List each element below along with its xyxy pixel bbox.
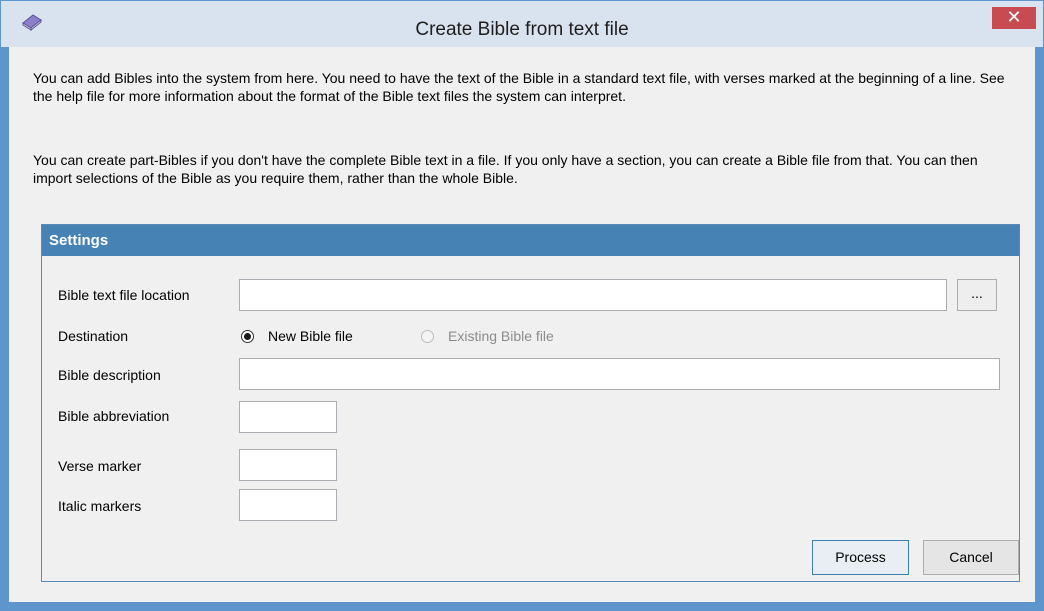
existing-bible-radio[interactable] bbox=[421, 330, 434, 343]
destination-label: Destination bbox=[58, 328, 129, 344]
new-bible-radio-label[interactable]: New Bible file bbox=[268, 328, 353, 344]
abbreviation-input[interactable] bbox=[239, 401, 337, 433]
abbreviation-label: Bible abbreviation bbox=[58, 408, 170, 424]
description-input[interactable] bbox=[239, 358, 1000, 390]
title-bar[interactable]: Create Bible from text file ✕ bbox=[1, 1, 1043, 47]
close-button[interactable]: ✕ bbox=[992, 7, 1036, 29]
process-button[interactable]: Process bbox=[812, 540, 909, 575]
verse-marker-label: Verse marker bbox=[58, 458, 142, 474]
file-location-label: Bible text file location bbox=[58, 287, 190, 303]
new-bible-radio[interactable] bbox=[241, 330, 254, 343]
cancel-button[interactable]: Cancel bbox=[923, 540, 1019, 575]
window-title: Create Bible from text file bbox=[415, 19, 629, 40]
italic-markers-label: Italic markers bbox=[58, 498, 142, 514]
close-icon: ✕ bbox=[1006, 7, 1022, 27]
intro-paragraph-1: You can add Bibles into the system from … bbox=[33, 70, 1005, 104]
italic-markers-input[interactable] bbox=[239, 489, 337, 521]
dialog-content: You can add Bibles into the system from … bbox=[9, 47, 1035, 602]
description-label: Bible description bbox=[58, 367, 161, 383]
file-location-input[interactable] bbox=[239, 279, 947, 311]
verse-marker-input[interactable] bbox=[239, 449, 337, 481]
existing-bible-radio-label[interactable]: Existing Bible file bbox=[448, 328, 554, 344]
settings-group: Settings Bible text file location ... De… bbox=[41, 224, 1020, 582]
browse-button[interactable]: ... bbox=[957, 279, 997, 311]
intro-paragraph-2: You can create part-Bibles if you don't … bbox=[33, 152, 978, 186]
dialog-window: Create Bible from text file ✕ You can ad… bbox=[0, 0, 1044, 611]
settings-header: Settings bbox=[42, 225, 1019, 256]
